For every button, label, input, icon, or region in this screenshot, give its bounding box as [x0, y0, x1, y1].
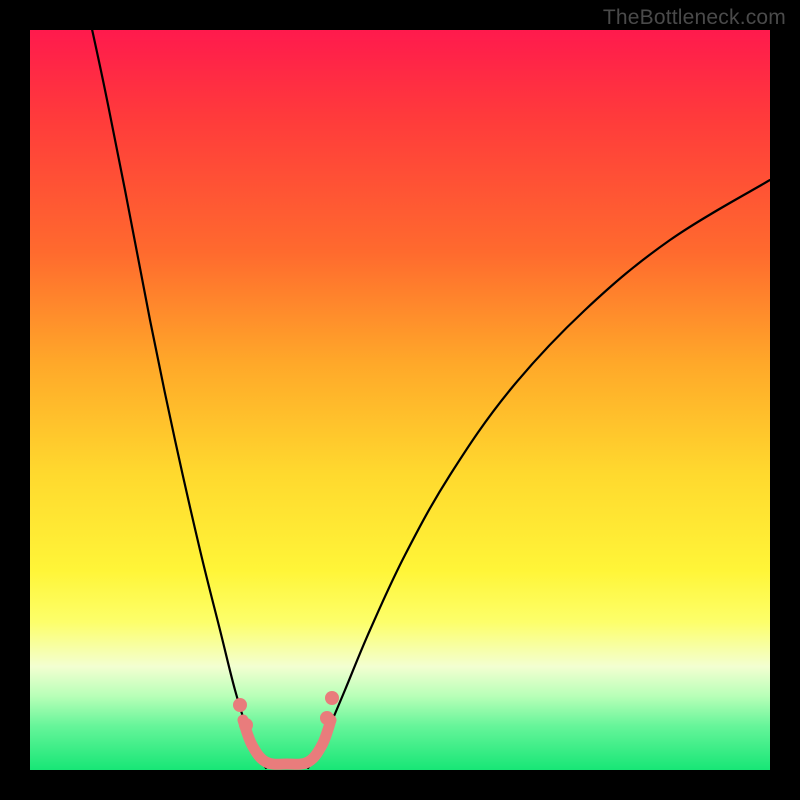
series-right-curve	[308, 180, 770, 768]
chart-overlay	[30, 30, 770, 770]
dot-left-upper	[233, 698, 247, 712]
watermark-text: TheBottleneck.com	[603, 6, 786, 30]
chart-frame	[30, 30, 770, 770]
series-left-curve	[90, 30, 266, 768]
series-trough-pink	[243, 720, 331, 764]
dot-left-lower	[239, 718, 253, 732]
dot-right-lower	[320, 711, 334, 725]
dot-right-upper	[325, 691, 339, 705]
